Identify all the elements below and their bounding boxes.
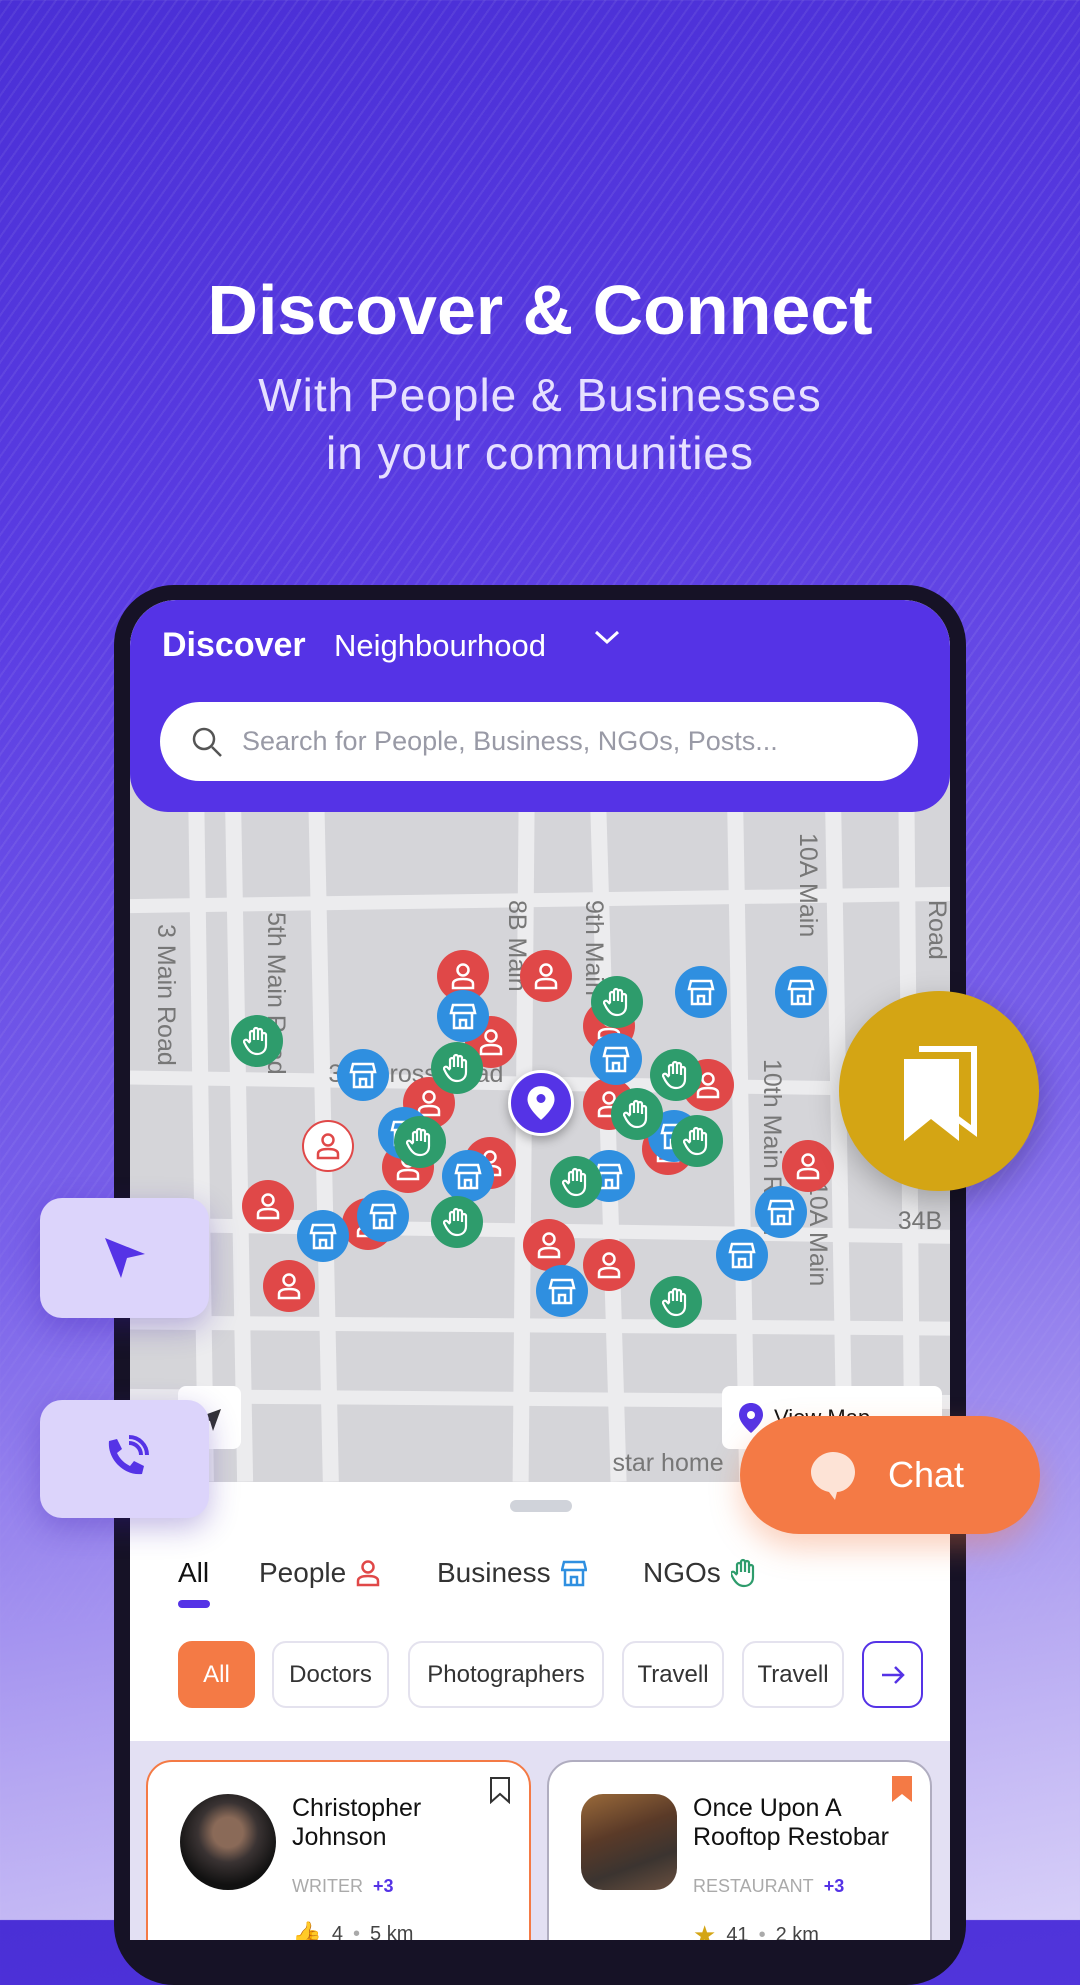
- location-selector[interactable]: Neighbourhood: [334, 628, 546, 664]
- business-marker[interactable]: [437, 990, 490, 1043]
- card-stats: ★ 41 • 2 km: [693, 1920, 819, 1940]
- person-marker[interactable]: [522, 1219, 575, 1272]
- street-label: Road: [922, 900, 950, 960]
- ngo-marker[interactable]: [430, 1041, 483, 1094]
- result-card-business[interactable]: Once Upon A Rooftop Restobar RESTAURANT +…: [547, 1760, 932, 1940]
- business-marker[interactable]: [716, 1229, 769, 1282]
- tab-business[interactable]: Business: [437, 1557, 587, 1589]
- bookmark-filled-icon[interactable]: [892, 1776, 912, 1802]
- pin-icon: [739, 1402, 763, 1433]
- ngo-marker[interactable]: [549, 1155, 602, 1208]
- business-photo: [581, 1794, 677, 1890]
- drag-handle[interactable]: [510, 1500, 572, 1512]
- ngo-marker[interactable]: [650, 1049, 703, 1102]
- chevron-down-icon[interactable]: [592, 622, 622, 660]
- person-icon: [356, 1560, 380, 1587]
- search-icon: [192, 727, 222, 757]
- card-stats: 👍 4 • 5 km: [292, 1920, 413, 1940]
- call-button[interactable]: [40, 1400, 209, 1518]
- arrow-right-icon: [881, 1665, 905, 1684]
- card-name: Christopher Johnson: [292, 1794, 422, 1851]
- chip-doctors[interactable]: Doctors: [272, 1641, 389, 1708]
- business-marker[interactable]: [441, 1149, 494, 1202]
- hero-title: Discover & Connect: [207, 271, 873, 349]
- ngo-marker[interactable]: [670, 1115, 723, 1168]
- navigate-button[interactable]: [40, 1198, 209, 1318]
- thumbs-up-icon: 👍: [292, 1921, 322, 1940]
- result-card-person[interactable]: Christopher Johnson WRITER +3 👍 4 • 5 km: [146, 1760, 531, 1940]
- card-role: RESTAURANT +3: [693, 1876, 845, 1896]
- tab-ngos[interactable]: NGOs: [643, 1557, 757, 1589]
- person-marker[interactable]: [782, 1139, 835, 1192]
- chip-all[interactable]: All: [178, 1641, 255, 1708]
- ngo-marker[interactable]: [231, 1014, 284, 1067]
- navigation-arrow-icon: [104, 1238, 145, 1278]
- phone-screen: Discover Neighbourhood Search for People…: [130, 600, 950, 1940]
- tab-people[interactable]: People: [259, 1557, 380, 1589]
- person-marker[interactable]: [582, 1238, 635, 1291]
- business-marker[interactable]: [336, 1049, 389, 1102]
- ngo-marker[interactable]: [430, 1196, 483, 1249]
- map-view[interactable]: italstar home34B10A Main10th Main Road3r…: [130, 750, 950, 1482]
- chip-photographers[interactable]: Photographers: [408, 1641, 604, 1708]
- street-label: 10A Main: [804, 1181, 833, 1286]
- business-marker[interactable]: [297, 1209, 350, 1262]
- chat-label: Chat: [888, 1454, 965, 1495]
- page-title: Discover: [162, 626, 306, 664]
- bookmarks-icon: [904, 1046, 977, 1141]
- active-tab-indicator: [178, 1600, 210, 1608]
- chat-button[interactable]: Chat: [740, 1416, 1040, 1534]
- ngo-marker[interactable]: [591, 975, 644, 1028]
- card-role: WRITER +3: [292, 1876, 394, 1896]
- saved-button[interactable]: [839, 991, 1039, 1191]
- store-icon: [560, 1560, 587, 1587]
- person-marker[interactable]: [263, 1259, 316, 1312]
- phone-call-icon: [108, 1435, 149, 1475]
- chat-bubble-icon: [811, 1452, 855, 1500]
- search-input[interactable]: Search for People, Business, NGOs, Posts…: [160, 702, 918, 781]
- bookmark-outline-icon[interactable]: [489, 1776, 511, 1804]
- chip-travell-2[interactable]: Travell: [742, 1641, 844, 1708]
- results-list: Christopher Johnson WRITER +3 👍 4 • 5 km Onc…: [130, 1741, 950, 1940]
- business-marker[interactable]: [674, 965, 727, 1018]
- hero-subtitle-2: in your communities: [325, 427, 755, 479]
- ngo-marker[interactable]: [610, 1088, 663, 1141]
- chips-next-button[interactable]: [862, 1641, 923, 1708]
- street-label: 10A Main: [794, 832, 823, 937]
- hero-subtitle-1: With People & Businesses: [258, 369, 822, 421]
- business-marker[interactable]: [590, 1033, 643, 1086]
- person-marker[interactable]: [520, 949, 573, 1002]
- search-placeholder: Search for People, Business, NGOs, Posts…: [242, 726, 778, 756]
- street-label: star home: [612, 1448, 724, 1477]
- avatar: [180, 1794, 276, 1890]
- hand-icon: [730, 1558, 754, 1588]
- street-label: 34B: [897, 1207, 943, 1236]
- business-marker[interactable]: [536, 1264, 589, 1317]
- business-marker[interactable]: [775, 965, 828, 1018]
- star-icon: ★: [693, 1920, 717, 1940]
- street-label: 3 Main Road: [151, 924, 180, 1067]
- discover-header: Discover Neighbourhood Search for People…: [130, 600, 950, 812]
- card-name: Once Upon A Rooftop Restobar: [693, 1794, 889, 1851]
- chip-travell[interactable]: Travell: [622, 1641, 724, 1708]
- tab-all[interactable]: All: [178, 1557, 209, 1589]
- ngo-marker[interactable]: [650, 1275, 703, 1328]
